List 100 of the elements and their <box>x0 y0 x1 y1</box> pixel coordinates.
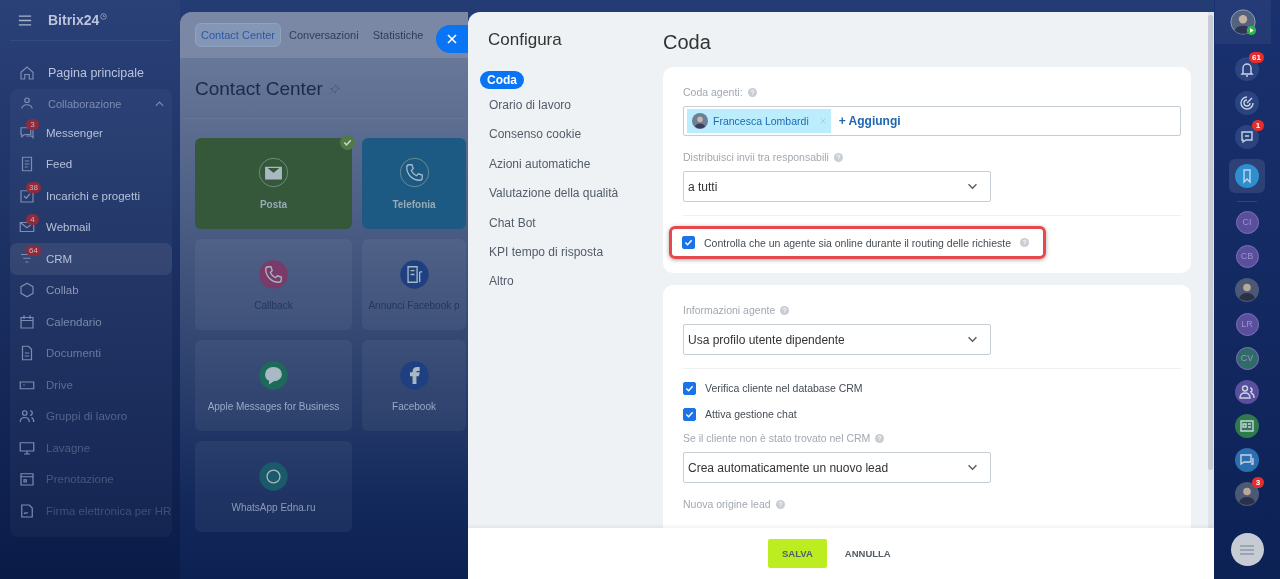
tile-label: Facebook <box>392 400 436 412</box>
sidebar-label: Drive <box>46 378 73 391</box>
avatar[interactable] <box>1229 8 1257 36</box>
panel-title: Configura <box>488 30 563 50</box>
sidebar-item[interactable]: 3 Messenger <box>10 117 172 149</box>
section-heading: Coda <box>663 31 712 55</box>
checkbox[interactable] <box>682 236 695 249</box>
chevron-down-icon <box>967 336 978 343</box>
sidebar-item[interactable]: 4 Webmail <box>10 211 172 243</box>
check-icon <box>685 383 694 393</box>
count-badge: 1 <box>1252 120 1264 131</box>
sidebar-item[interactable]: Drive <box>10 369 172 401</box>
channel-tile[interactable]: WhatsApp Edna.ru <box>195 441 352 532</box>
user-tag[interactable]: Francesca Lombardi <box>687 109 831 133</box>
sidebar-item[interactable]: Collab <box>10 274 172 306</box>
sidebar-label: Calendario <box>46 315 102 328</box>
nav-item[interactable]: Altro <box>480 267 663 297</box>
f-logo-icon <box>398 359 430 391</box>
sidebar-label: Feed <box>46 158 73 171</box>
add-link[interactable]: + Aggiungi <box>838 114 901 128</box>
avatar[interactable] <box>1235 482 1259 506</box>
tile-label: Apple Messages for Business <box>207 400 340 412</box>
speech-bubble-icon <box>258 359 289 391</box>
chevron-down-icon <box>967 183 978 190</box>
checkbox[interactable] <box>683 407 696 421</box>
dropdown-field[interactable]: a tutti <box>683 171 991 202</box>
mail-icon <box>258 157 289 188</box>
initials-avatar[interactable]: LR <box>1235 312 1259 336</box>
initials-avatar[interactable]: CV <box>1235 346 1259 370</box>
scrollbar-thumb[interactable] <box>1208 15 1213 470</box>
avatar[interactable] <box>1235 278 1259 302</box>
bookmark-icon[interactable] <box>1235 164 1259 188</box>
channel-tile[interactable]: Facebook <box>362 340 466 431</box>
close-icon <box>447 34 457 44</box>
save-button[interactable]: SALVA <box>768 539 827 568</box>
nav-item[interactable]: Chat Bot <box>480 208 663 238</box>
sidebar-item[interactable]: Calendario <box>10 306 172 338</box>
nav-item[interactable]: Consenso cookie <box>480 120 663 150</box>
channel-tile[interactable]: Apple Messages for Business <box>195 340 352 431</box>
sidebar-item[interactable]: Feed <box>10 148 172 180</box>
chevron-down-icon <box>967 464 978 471</box>
nav-item[interactable]: Orario di lavoro <box>480 91 663 121</box>
chat-icon[interactable] <box>1235 448 1259 472</box>
tile-label: Telefonia <box>392 199 436 210</box>
sidebar-item[interactable]: Pagina principale <box>10 57 172 89</box>
phone-icon <box>258 258 289 290</box>
home-icon <box>18 64 36 82</box>
sidebar-item[interactable]: Documenti <box>10 337 172 369</box>
initials-avatar[interactable]: CB <box>1235 244 1259 268</box>
selected-highlight[interactable] <box>1229 159 1265 193</box>
menu-icon <box>1239 544 1255 555</box>
channel-tile[interactable]: Telefonia <box>362 138 466 229</box>
tab[interactable]: Conversazioni <box>283 23 365 47</box>
checkbox-label: Attiva gestione chat <box>705 408 797 420</box>
channel-tile[interactable]: Posta <box>195 138 352 229</box>
nav-item[interactable]: Coda <box>480 71 524 89</box>
field-label: Nuova origine lead <box>683 498 771 510</box>
people-icon[interactable] <box>1235 380 1259 404</box>
checkbox[interactable] <box>683 381 696 395</box>
signature-icon <box>18 501 36 520</box>
nav-item[interactable]: Azioni automatiche <box>480 149 663 180</box>
avatar <box>692 113 708 129</box>
cancel-button[interactable]: ANNULLA <box>830 539 905 568</box>
calendar-icon <box>18 312 36 331</box>
chat-icon[interactable] <box>1235 125 1259 149</box>
count-badge: 4 <box>26 213 39 225</box>
count-badge: 38 <box>26 182 41 193</box>
logo: Bitrix24 <box>48 12 100 28</box>
field-label: Coda agenti: <box>683 86 743 98</box>
contact-card-icon[interactable] <box>1235 414 1259 438</box>
radar-icon[interactable] <box>1235 91 1259 115</box>
calendar-icon <box>18 470 36 489</box>
group-header[interactable]: Collaborazione <box>10 91 172 117</box>
field-label: Distribuisci invii tra responsabili <box>683 151 829 163</box>
dropdown-field[interactable]: Usa profilo utente dipendente <box>683 324 991 355</box>
checkbox-label: Verifica cliente nel database CRM <box>705 382 863 394</box>
menu-button[interactable] <box>1230 533 1264 566</box>
tile-label: Posta <box>259 199 288 210</box>
circle-icon <box>258 460 289 492</box>
bell-icon[interactable] <box>1235 57 1259 81</box>
nav-item[interactable]: KPI tempo di risposta <box>480 237 663 268</box>
hexagon-icon <box>18 281 36 300</box>
sidebar-item[interactable]: 38 Incarichi e progetti <box>10 180 172 212</box>
user-selector-field[interactable]: Francesca Lombardi + Aggiungi <box>683 106 1181 136</box>
sidebar-item[interactable]: 64 CRM <box>10 243 172 275</box>
initials-avatar[interactable]: CI <box>1235 210 1259 234</box>
phone-icon <box>398 157 430 188</box>
clock-icon <box>100 12 108 20</box>
nav-item[interactable]: Valutazione della qualità <box>480 179 663 209</box>
count-badge: 61 <box>1249 52 1264 63</box>
tile-label: WhatsApp Edna.ru <box>231 501 316 513</box>
sidebar-label: Incarichi e progetti <box>46 189 140 202</box>
sidebar-label: CRM <box>46 252 73 265</box>
sidebar-label: Webmail <box>46 221 91 234</box>
menu-icon[interactable] <box>18 14 32 26</box>
sidebar-label: Collab <box>46 284 79 297</box>
document-icon <box>398 258 430 290</box>
tab[interactable]: Contact Center <box>195 23 281 47</box>
dropdown-field[interactable]: Crea automaticamente un nuovo lead <box>683 452 991 483</box>
tab[interactable]: Statistiche <box>366 23 430 47</box>
